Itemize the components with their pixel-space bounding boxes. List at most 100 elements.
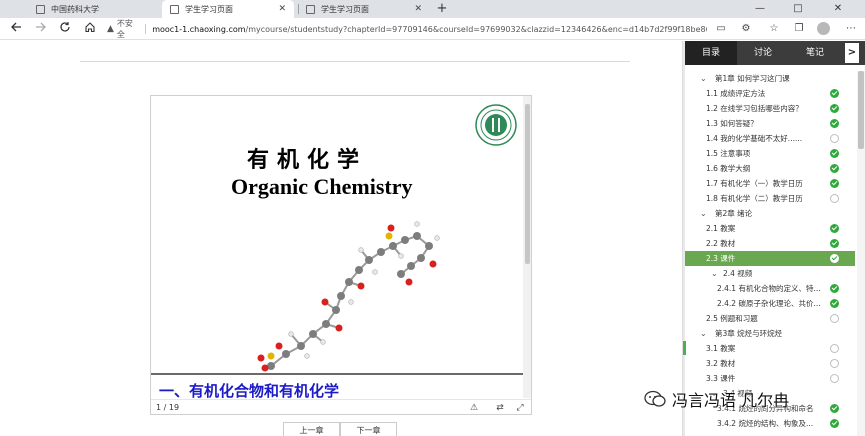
completed-check-icon — [830, 404, 839, 413]
favorites-icon[interactable]: ☆ — [766, 21, 782, 37]
tab-title: 学生学习页面 — [321, 4, 369, 14]
toc-item[interactable]: 2.3 课件 — [685, 251, 855, 266]
page-favicon-icon — [170, 4, 179, 14]
toc-item[interactable]: 1.2 在线学习包括哪些内容？ — [685, 101, 855, 116]
molecule-illustration — [257, 221, 440, 372]
toc-item[interactable]: 2.2 教材 — [685, 236, 855, 251]
toc-item-label: 2.5 例题和习题 — [706, 314, 758, 323]
new-tab-button[interactable]: + — [433, 0, 451, 18]
toc-item[interactable]: 1.8 有机化学（二）教学日历 — [685, 191, 855, 206]
fullscreen-icon[interactable]: ⤢ — [513, 401, 527, 414]
toc-chapter[interactable]: ⌄ 第3章 烷烃与环烷烃 — [685, 326, 855, 341]
home-button[interactable] — [82, 21, 98, 37]
chevron-down-icon[interactable]: ⌄ — [700, 326, 707, 341]
close-window-button[interactable]: ✕ — [823, 0, 853, 18]
toc-item[interactable]: 2.4.2 碳原子杂化理论、共价... — [685, 296, 855, 311]
prev-chapter-button[interactable]: 上一章 — [283, 422, 340, 436]
toc-item[interactable]: 3.2 教材 — [685, 356, 855, 371]
address-bar[interactable]: ▲ 不安全 mooc1-1.chaoxing.com/mycourse/stud… — [107, 18, 707, 40]
toc-item-label: 第1章 如何学习这门课 — [715, 74, 790, 83]
reload-button[interactable] — [57, 21, 73, 37]
maximize-button[interactable]: □ — [783, 0, 813, 18]
sidebar-expand-button[interactable]: > — [845, 43, 859, 63]
toc-item-label: 3.2 教材 — [706, 359, 736, 368]
toc-item[interactable]: 2.4.1 有机化合物的定义、特... — [685, 281, 855, 296]
browser-tab-2[interactable]: 学生学习页面 ✕ — [162, 0, 294, 18]
more-menu-icon[interactable]: ⋯ — [843, 21, 859, 37]
sidebar-tabs: 目录 讨论 笔记 > — [685, 41, 865, 65]
tab-catalog[interactable]: 目录 — [685, 41, 737, 65]
toc-item[interactable]: 1.3 如何答疑？ — [685, 116, 855, 131]
swap-icon[interactable]: ⇄ — [493, 401, 507, 414]
url-host: mooc1-1.chaoxing.com — [152, 24, 246, 34]
toc-item[interactable]: 1.1 成绩评定方法 — [685, 86, 855, 101]
toc-item[interactable]: 2.1 教案 — [685, 221, 855, 236]
toc-item[interactable]: 3.1 教案 — [685, 341, 855, 356]
arrow-right-icon — [36, 22, 46, 32]
profile-avatar[interactable] — [817, 22, 830, 35]
toc-scrollbar-thumb[interactable] — [858, 71, 864, 149]
report-warning-icon[interactable]: ⚠ — [467, 401, 481, 414]
slide-divider — [151, 373, 523, 375]
tab-title: 学生学习页面 — [185, 4, 233, 14]
security-status[interactable]: 不安全 — [117, 18, 139, 40]
watermark: 冯言冯语 凡尔冉 — [644, 388, 789, 410]
toc-item-label: 第3章 烷烃与环烷烃 — [715, 329, 783, 338]
url-text[interactable]: mooc1-1.chaoxing.com/mycourse/studentstu… — [152, 25, 707, 34]
pending-circle-icon — [830, 359, 839, 368]
toc-chapter[interactable]: ⌄ 第2章 绪论 — [685, 206, 855, 221]
toc-item-label: 2.4.1 有机化合物的定义、特... — [717, 284, 821, 293]
chevron-down-icon[interactable]: ⌄ — [700, 206, 707, 221]
close-tab-icon[interactable]: ✕ — [414, 4, 422, 14]
slide-viewer[interactable]: 有机化学 Organic Chemistry 一、有机化合物和有机化学 1 / … — [150, 95, 532, 415]
url-path: /mycourse/studentstudy?chapterId=9770914… — [245, 24, 708, 34]
back-button[interactable] — [8, 21, 24, 37]
slide-title-chinese: 有机化学 — [247, 147, 368, 173]
toc-item[interactable]: 3.4.2 烷烃的结构、构象及... — [685, 416, 855, 431]
completed-check-icon — [830, 299, 839, 308]
forward-button[interactable] — [33, 21, 49, 37]
slide-title-english: Organic Chemistry — [231, 174, 413, 199]
toc-item[interactable]: 1.6 教学大纲 — [685, 161, 855, 176]
toc-chapter[interactable]: ⌄ 第1章 如何学习这门课 — [685, 71, 855, 86]
slide-scrollbar[interactable] — [523, 96, 531, 398]
university-seal-icon — [475, 104, 517, 146]
pending-circle-icon — [830, 134, 839, 143]
tab-discussion[interactable]: 讨论 — [737, 41, 789, 65]
table-of-contents: ⌄ 第1章 如何学习这门课 1.1 成绩评定方法 1.2 在线学习包括哪些内容？ 1.3… — [685, 71, 855, 436]
browser-tab-1[interactable]: 中国药科大学 — [28, 0, 154, 18]
minimize-button[interactable]: — — [745, 0, 775, 18]
toc-item[interactable]: 1.5 注意事项 — [685, 146, 855, 161]
next-chapter-button[interactable]: 下一章 — [340, 422, 397, 436]
pending-circle-icon — [830, 314, 839, 323]
slide-page: 有机化学 Organic Chemistry 一、有机化合物和有机化学 — [151, 96, 523, 398]
toc-item[interactable]: ⌄ 2.4 视频 — [685, 266, 855, 281]
toc-item-label: 3.3 课件 — [706, 374, 736, 383]
extension-icon[interactable]: ⚙ — [738, 21, 754, 37]
chevron-down-icon[interactable]: ⌄ — [711, 266, 718, 281]
toc-item[interactable]: 1.4 我的化学基础不太好...... — [685, 131, 855, 146]
toc-item-label: 1.7 有机化学（一）教学日历 — [706, 179, 803, 188]
toc-item-label: 3.1 教案 — [706, 344, 736, 353]
tab-strip: 中国药科大学 学生学习页面 ✕ 学生学习页面 ✕ + — □ ✕ — [0, 0, 865, 18]
toc-item-label: 1.8 有机化学（二）教学日历 — [706, 194, 803, 203]
toc-item-label: 1.6 教学大纲 — [706, 164, 751, 173]
reading-view-icon[interactable]: ▭ — [713, 21, 729, 37]
page-indicator: 1 / 19 — [156, 403, 180, 412]
toc-item[interactable]: 3.3 课件 — [685, 371, 855, 386]
toc-item-label: 1.4 我的化学基础不太好...... — [706, 134, 803, 143]
wechat-logo-icon — [644, 390, 666, 407]
warning-icon[interactable]: ▲ — [107, 24, 114, 34]
tab-notes[interactable]: 笔记 — [789, 41, 841, 65]
completed-check-icon — [830, 164, 839, 173]
close-tab-icon[interactable]: ✕ — [278, 4, 286, 14]
browser-tab-3[interactable]: 学生学习页面 ✕ — [298, 0, 430, 18]
toc-item[interactable]: 2.5 例题和习题 — [685, 311, 855, 326]
chevron-down-icon[interactable]: ⌄ — [700, 71, 707, 86]
collections-icon[interactable]: ❐ — [791, 21, 807, 37]
page-favicon-icon — [306, 4, 315, 14]
toc-item[interactable]: 1.7 有机化学（一）教学日历 — [685, 176, 855, 191]
toc-scrollbar[interactable] — [857, 71, 865, 436]
slide-scrollbar-thumb[interactable] — [525, 104, 530, 264]
completed-check-icon — [830, 419, 839, 428]
